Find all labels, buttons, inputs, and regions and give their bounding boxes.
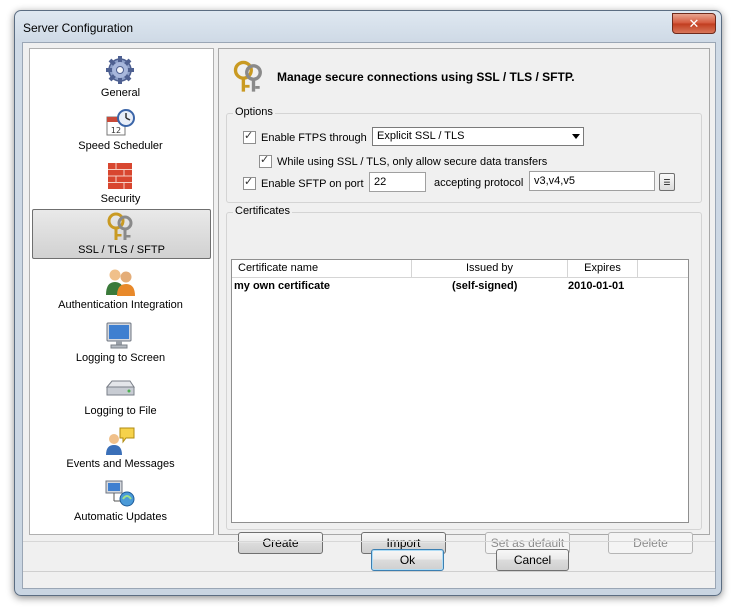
sftp-port-value: 22 (374, 176, 387, 188)
sidebar-item-logging-to-screen[interactable]: Logging to Screen (32, 318, 209, 366)
cell-certificate-name: my own certificate (234, 280, 330, 292)
sidebar-item-authentication-integration[interactable]: Authentication Integration (32, 265, 209, 313)
secure-data-checkbox[interactable]: While using SSL / TLS, only allow secure… (259, 153, 548, 168)
clock-calendar-icon: 12 (106, 109, 135, 136)
secure-data-label: While using SSL / TLS, only allow secure… (277, 155, 548, 168)
protocol-input[interactable]: v3,v4,v5 (529, 171, 655, 191)
certificates-group-label: Certificates (233, 205, 293, 217)
sidebar-item-automatic-updates[interactable]: Automatic Updates (32, 477, 209, 525)
monitor-icon (106, 322, 132, 349)
checkbox-box[interactable] (243, 129, 256, 144)
enable-sftp-checkbox[interactable]: Enable SFTP on port (243, 175, 364, 190)
category-sidebar: General 12 Speed Scheduler Security SSL … (29, 48, 214, 535)
delete-button[interactable]: Delete (608, 532, 693, 554)
column-certificate-name[interactable]: Certificate name (232, 260, 412, 277)
keys-icon (107, 212, 133, 240)
accepting-protocol-label: accepting protocol (434, 177, 524, 189)
dialog-client-area: General 12 Speed Scheduler Security SSL … (22, 42, 716, 589)
column-issued-by[interactable]: Issued by (412, 260, 568, 277)
close-button[interactable]: ✕ (672, 13, 716, 34)
sidebar-item-label: Security (100, 193, 141, 205)
sidebar-item-general[interactable]: General (32, 53, 209, 101)
sidebar-item-label: Events and Messages (66, 458, 175, 470)
options-group: Options Enable FTPS through Explicit SSL… (226, 106, 702, 203)
checkbox-box[interactable] (243, 175, 256, 190)
ssl-tls-sftp-panel: Manage secure connections using SSL / TL… (218, 48, 710, 554)
status-bar (23, 571, 715, 588)
sidebar-item-security[interactable]: Security (32, 159, 209, 207)
messages-icon (106, 427, 135, 455)
ok-button[interactable]: Ok (371, 549, 444, 571)
sidebar-item-label: Logging to File (84, 405, 157, 417)
cancel-button[interactable]: Cancel (496, 549, 569, 571)
chevron-down-icon[interactable] (572, 134, 580, 139)
checkbox-box[interactable] (259, 153, 272, 168)
gear-icon (106, 56, 134, 84)
protocol-picker-button[interactable]: ☰ (659, 173, 675, 191)
sidebar-item-label: Automatic Updates (74, 511, 167, 523)
ftps-mode-select[interactable]: Explicit SSL / TLS (372, 127, 584, 146)
sidebar-item-label: Speed Scheduler (78, 140, 163, 152)
title-bar[interactable]: Server Configuration ✕ (15, 11, 721, 43)
sidebar-item-label: General (100, 87, 141, 99)
sftp-port-input[interactable]: 22 (369, 172, 426, 192)
sidebar-item-events-and-messages[interactable]: Events and Messages (32, 424, 209, 472)
sidebar-item-label: Authentication Integration (58, 299, 183, 311)
users-icon (106, 269, 135, 296)
network-update-icon (105, 480, 135, 507)
sidebar-item-speed-scheduler[interactable]: 12 Speed Scheduler (32, 106, 209, 154)
window-title: Server Configuration (23, 21, 134, 35)
enable-ftps-label: Enable FTPS through (261, 131, 367, 144)
create-button[interactable]: Create (238, 532, 323, 554)
sidebar-item-label: SSL / TLS / SFTP (78, 244, 165, 256)
list-icon: ☰ (663, 177, 671, 187)
ftps-mode-value: Explicit SSL / TLS (377, 130, 465, 142)
sidebar-item-ssl-tls-sftp[interactable]: SSL / TLS / SFTP (32, 209, 211, 259)
list-header: Certificate name Issued by Expires (232, 260, 688, 278)
close-icon: ✕ (688, 15, 700, 31)
cell-expires: 2010-01-01 (568, 280, 625, 292)
protocol-value: v3,v4,v5 (534, 175, 575, 187)
panel-heading: Manage secure connections using SSL / TL… (277, 70, 575, 84)
footer-divider (23, 541, 715, 542)
sidebar-item-label: Logging to Screen (75, 352, 166, 364)
cell-issued-by: (self-signed) (452, 280, 518, 292)
svg-text:12: 12 (111, 126, 121, 135)
keys-icon (233, 60, 262, 92)
firewall-icon (108, 163, 132, 189)
certificate-list[interactable]: Certificate name Issued by Expires my ow… (231, 259, 689, 523)
enable-sftp-label: Enable SFTP on port (261, 177, 364, 190)
drive-icon (105, 380, 135, 396)
server-configuration-window: Server Configuration ✕ General 12 Speed … (14, 10, 722, 596)
sidebar-item-logging-to-file[interactable]: Logging to File (32, 371, 209, 419)
options-group-label: Options (233, 106, 275, 118)
table-row[interactable]: my own certificate (self-signed) 2010-01… (232, 279, 688, 295)
enable-ftps-checkbox[interactable]: Enable FTPS through (243, 129, 367, 144)
column-expires[interactable]: Expires (568, 260, 638, 277)
